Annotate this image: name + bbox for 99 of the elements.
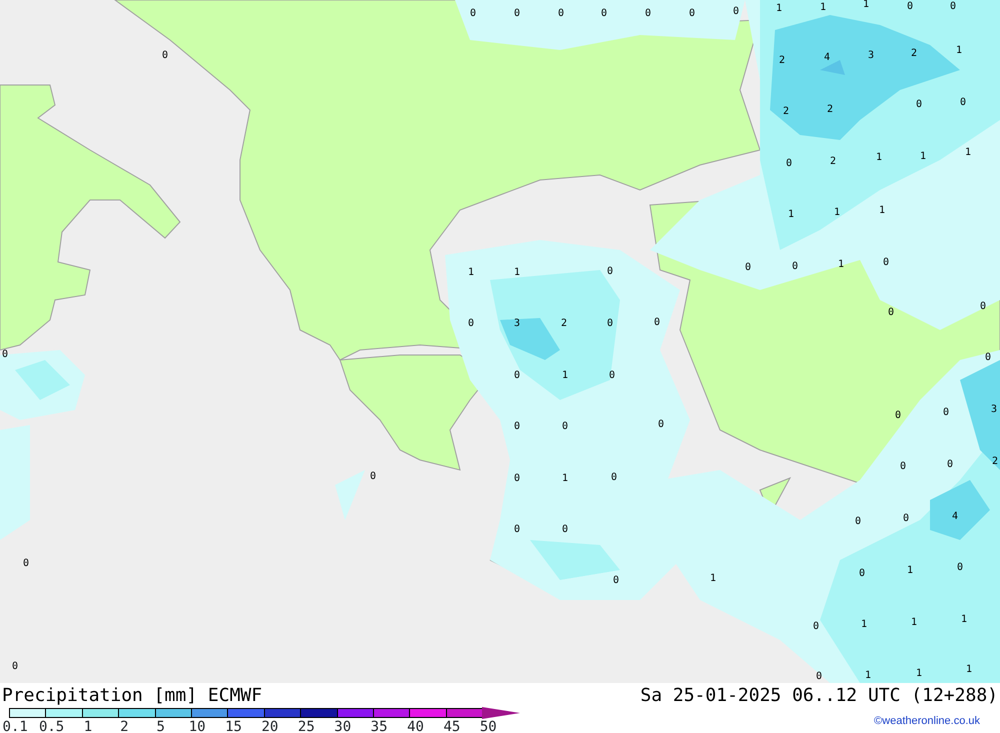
precipitation-value: 0: [658, 420, 664, 430]
forecast-time: Sa 25-01-2025 06..12 UTC (12+288): [640, 687, 998, 705]
precipitation-value: 0: [612, 576, 620, 586]
precipitation-value: 0: [858, 569, 866, 579]
precipitation-value: 2: [560, 319, 568, 329]
precipitation-value: 1: [776, 4, 782, 14]
precipitation-value: 1: [876, 153, 882, 163]
precipitation-value: 0: [644, 9, 652, 19]
precipitation-value: 0: [900, 462, 906, 472]
precipitation-value: 3: [868, 51, 874, 61]
precipitation-value: 0: [732, 7, 740, 17]
precipitation-value: 1: [860, 620, 868, 630]
scale-label: 1: [82, 720, 94, 733]
scale-label: 15: [224, 720, 243, 733]
scale-label: 35: [370, 720, 389, 733]
precipitation-value: 1: [910, 618, 918, 628]
precipitation-value: 0: [654, 318, 660, 328]
precipitation-value: 1: [964, 148, 972, 158]
precipitation-value: 3: [990, 405, 998, 415]
precipitation-value: 0: [916, 100, 922, 110]
scale-label: 40: [406, 720, 425, 733]
scale-label: 5: [156, 720, 166, 733]
precipitation-value: 0: [606, 319, 614, 329]
precipitation-value: 0: [470, 9, 476, 19]
precipitation-value: 1: [788, 210, 794, 220]
precipitation-value: 0: [786, 159, 792, 169]
precipitation-value: 1: [838, 260, 844, 270]
precipitation-value: 1: [710, 574, 716, 584]
scale-label: 2: [119, 720, 130, 733]
precipitation-value: 1: [562, 474, 568, 484]
scale-label: 0.1: [2, 720, 29, 733]
precipitation-value: 0: [984, 353, 992, 363]
precipitation-value: 0: [980, 302, 986, 312]
precipitation-value: 0: [606, 267, 614, 277]
precipitation-value: 1: [920, 152, 926, 162]
precipitation-value: 0: [468, 319, 474, 329]
precipitation-value: 1: [820, 3, 826, 13]
precipitation-value: 0: [12, 662, 18, 672]
precipitation-value: 0: [600, 9, 608, 19]
precipitation-value: 0: [2, 350, 8, 360]
scale-label: 10: [188, 720, 207, 733]
precipitation-value: 0: [816, 672, 822, 682]
map-title: Precipitation [mm] ECMWF: [2, 687, 262, 705]
precipitation-value: 1: [562, 371, 568, 381]
precipitation-value: 0: [906, 2, 914, 12]
credit-link[interactable]: ©weatheronline.co.uk: [874, 715, 980, 727]
precipitation-value: 0: [882, 258, 890, 268]
precipitation-value: 0: [894, 411, 902, 421]
precipitation-value: 1: [906, 566, 914, 576]
precipitation-value: 1: [878, 206, 886, 216]
precipitation-value: 0: [812, 622, 820, 632]
precipitation-value: 2: [778, 56, 786, 66]
precipitation-value: 2: [782, 107, 790, 117]
precipitation-value: 0: [514, 474, 520, 484]
precipitation-value: 1: [916, 669, 922, 679]
precipitation-value: 0: [792, 262, 798, 272]
scale-label: 0.5: [38, 720, 66, 733]
precipitation-value: 1: [514, 268, 520, 278]
precipitation-value: 0: [608, 371, 616, 381]
precipitation-value: 1: [468, 268, 474, 278]
precipitation-value: 4: [952, 512, 958, 522]
precipitation-value: 1: [956, 46, 962, 56]
precipitation-value: 1: [864, 671, 872, 681]
precipitation-value: 0: [854, 517, 862, 527]
precipitation-value: 1: [966, 665, 972, 675]
precipitation-value: 0: [902, 514, 910, 524]
precipitation-value: 1: [960, 615, 968, 625]
precipitation-value: 0: [514, 525, 520, 535]
precipitation-value: 1: [862, 0, 870, 10]
precipitation-value: 2: [830, 157, 836, 167]
precipitation-value: 0: [162, 51, 168, 61]
precipitation-value: 4: [824, 53, 830, 63]
precipitation-value: 0: [514, 371, 520, 381]
precipitation-value: 0: [22, 559, 30, 569]
precipitation-value: 2: [910, 49, 918, 59]
precipitation-value: 0: [888, 308, 894, 318]
scale-label: 25: [296, 720, 316, 733]
scale-label: 50: [478, 720, 498, 733]
precipitation-value: 0: [514, 422, 520, 432]
precipitation-value: 2: [826, 105, 834, 115]
precipitation-value: 3: [514, 319, 520, 329]
precipitation-value: 0: [610, 473, 618, 483]
scale-label: 20: [260, 720, 280, 733]
precipitation-value: 0: [744, 263, 752, 273]
scale-label: 45: [442, 720, 462, 733]
precipitation-value: 1: [834, 208, 840, 218]
precipitation-value: 0: [514, 9, 520, 19]
precipitation-value: 0: [942, 408, 950, 418]
precipitation-value: 0: [960, 98, 966, 108]
precipitation-value: 0: [562, 525, 568, 535]
precipitation-value: 2: [992, 457, 998, 467]
precipitation-value: 0: [950, 2, 956, 12]
precipitation-value: 0: [370, 472, 376, 482]
precipitation-value: 0: [956, 563, 964, 573]
precipitation-value: 0: [688, 9, 696, 19]
scale-label: 30: [333, 720, 352, 733]
precipitation-value: 0: [946, 460, 954, 470]
precipitation-value: 0: [562, 422, 568, 432]
precipitation-value: 0: [558, 9, 564, 19]
